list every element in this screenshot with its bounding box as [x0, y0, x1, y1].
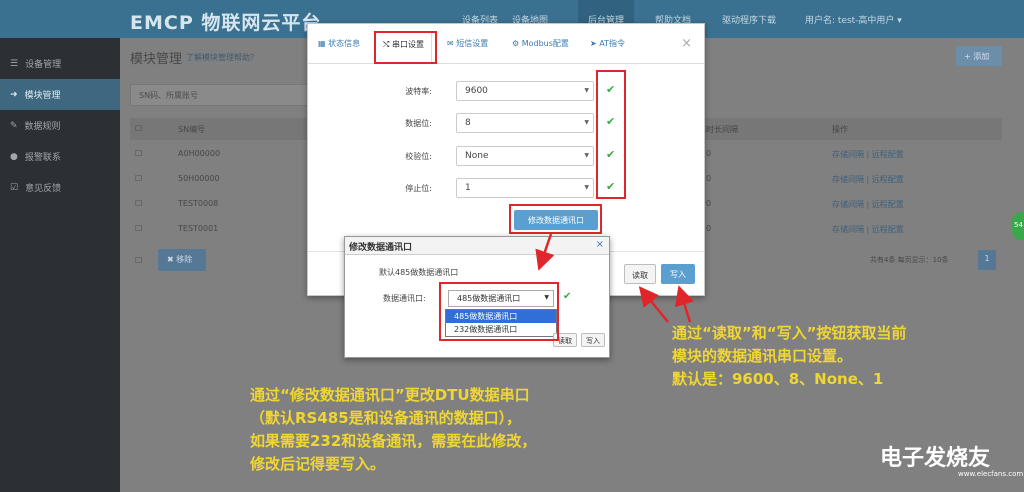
watermark-url: www.elecfans.com: [958, 470, 1024, 478]
arrow-to-popup: [535, 233, 555, 271]
arrow-to-read: [638, 286, 669, 323]
note-read-write: 通过“读取”和“写入”按钮获取当前 模块的数据通讯串口设置。 默认是：9600、…: [672, 324, 907, 388]
note-modify-port: 通过“修改数据通讯口”更改DTU数据串口 （默认RS485是和设备通讯的数据口）…: [250, 386, 537, 473]
arrow-to-write: [674, 285, 695, 323]
watermark-brand: 电子发烧友: [880, 446, 991, 471]
